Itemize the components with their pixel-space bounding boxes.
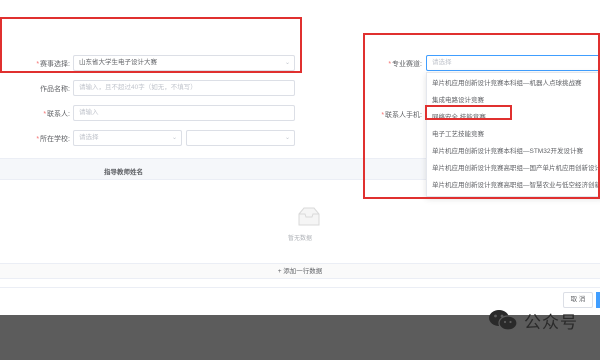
selected-option-highlight-box (425, 105, 512, 120)
work-name-input[interactable]: 请输入，且不超过40字（如无，不填写） (73, 80, 295, 96)
empty-text: 暂无数据 (287, 236, 312, 242)
chevron-down-icon: ⌄ (171, 135, 177, 141)
watermark: 公众号 (488, 306, 578, 334)
competition-highlight-box (0, 17, 302, 73)
wechat-icon (489, 310, 518, 331)
school-label: *所在学校: (36, 136, 70, 143)
work-name-placeholder: 请输入，且不超过40字（如无，不填写） (79, 84, 197, 91)
chevron-down-icon: ⌄ (284, 135, 290, 141)
watermark-text: 公众号 (524, 312, 578, 332)
confirm-button[interactable] (596, 292, 600, 308)
registration-dialog: *赛事选择: 山东省大学生电子设计大赛 ⌄ 作品名称: 请输入，且不超过40字（… (0, 0, 600, 315)
empty-box-icon (298, 207, 320, 226)
school-placeholder: 请选择 (79, 134, 99, 141)
school-name-select[interactable]: ⌄ (186, 130, 295, 146)
contact-placeholder: 请输入 (79, 109, 99, 116)
footer-divider (0, 287, 600, 288)
work-name-label: 作品名称: (40, 86, 70, 93)
contact-input[interactable]: 请输入 (73, 105, 295, 121)
contact-label: *联系人: (43, 111, 70, 118)
teacher-name-column: 指导教师姓名 (104, 169, 143, 176)
add-row-button[interactable]: + 添加一行数据 (0, 263, 600, 279)
school-province-select[interactable]: 请选择 ⌄ (73, 130, 182, 146)
